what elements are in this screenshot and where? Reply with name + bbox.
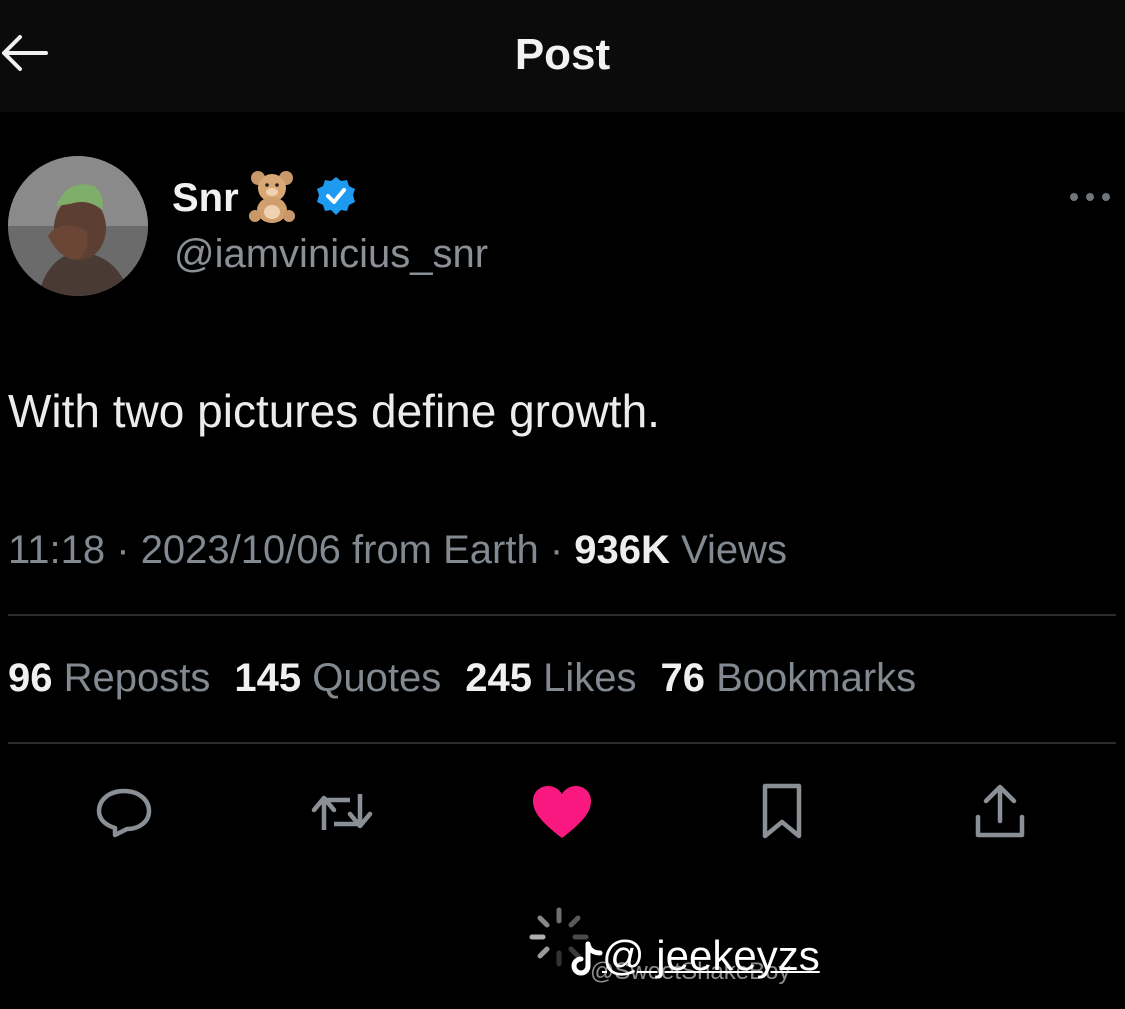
author-name-row: Snr (172, 168, 357, 228)
teddy-bear-icon (243, 168, 301, 229)
stat-count: 76 (660, 656, 705, 700)
stat-count: 96 (8, 656, 53, 700)
like-button[interactable] (530, 780, 594, 844)
reposts-stat[interactable]: 96 Reposts (8, 656, 210, 701)
meta-separator: · (538, 528, 575, 572)
top-bar: Post (0, 0, 1125, 112)
avatar[interactable] (8, 156, 148, 296)
stat-label: Quotes (312, 656, 442, 700)
more-button[interactable] (1066, 184, 1114, 210)
post-text: With two pictures define growth. (8, 385, 660, 437)
verified-badge-icon (315, 175, 357, 222)
likes-stat[interactable]: 245 Likes (465, 656, 636, 701)
reply-button[interactable] (92, 780, 156, 844)
stat-count: 145 (234, 656, 302, 700)
post-source: from Earth (340, 528, 539, 572)
stat-label: Likes (543, 656, 637, 700)
page-title: Post (514, 30, 611, 79)
post-date[interactable]: 2023/10/06 (141, 528, 341, 572)
post-meta: 11:18 · 2023/10/06 from Earth · 936K Vie… (8, 528, 787, 573)
quotes-stat[interactable]: 145 Quotes (234, 656, 441, 701)
repost-button[interactable] (310, 780, 374, 844)
share-icon (975, 784, 1025, 838)
stat-label: Reposts (63, 656, 211, 700)
meta-separator: · (105, 528, 141, 572)
post-time: 11:18 (8, 528, 106, 572)
avatar-image (8, 156, 148, 296)
author-handle[interactable]: @iamvinicius_snr (174, 232, 488, 277)
views-label: Views (669, 528, 787, 572)
stat-count: 245 (465, 656, 532, 700)
more-horizontal-icon (1070, 193, 1110, 201)
divider (8, 742, 1116, 744)
reply-icon (96, 788, 152, 838)
views-count: 936K (574, 528, 670, 572)
bookmarks-stat[interactable]: 76 Bookmarks (660, 656, 916, 701)
bookmark-button[interactable] (750, 780, 814, 844)
bookmark-icon (762, 783, 802, 839)
watermark-secondary: @SweetShakeBoy (590, 958, 791, 985)
divider (8, 614, 1116, 616)
repost-icon (311, 794, 373, 830)
stat-label: Bookmarks (716, 656, 917, 700)
author-display-name[interactable]: Snr (172, 176, 239, 221)
post-stats: 96 Reposts 145 Quotes 245 Likes 76 Bookm… (8, 656, 940, 701)
like-icon (533, 786, 591, 838)
share-button[interactable] (968, 780, 1032, 844)
